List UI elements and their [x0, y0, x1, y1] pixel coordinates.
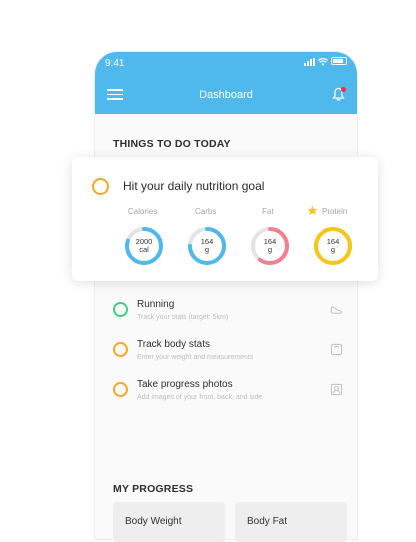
- ring-unit: cal: [139, 245, 149, 254]
- page-title: Dashboard: [199, 89, 253, 101]
- nutrient-label-fat: Fat: [262, 207, 274, 216]
- task-take-progress-photos[interactable]: Take progress photos Add images of your …: [113, 379, 343, 409]
- photo-icon: [330, 383, 343, 396]
- progress-card-body-fat[interactable]: Body Fat: [235, 502, 347, 542]
- task-checkbox[interactable]: [113, 342, 128, 357]
- signal-icon: [304, 58, 315, 66]
- goal-title: Hit your daily nutrition goal: [123, 179, 265, 193]
- ring-unit: g: [204, 245, 210, 254]
- notification-bell-icon[interactable]: [331, 86, 347, 102]
- progress-card-label: Body Fat: [247, 516, 288, 527]
- task-subtitle: Add images of your front, back, and side: [137, 394, 263, 401]
- task-track-body-stats[interactable]: Track body stats Enter your weight and m…: [113, 339, 343, 369]
- status-time: 9:41: [105, 58, 125, 69]
- nutrient-ring-protein: 164 g: [312, 225, 354, 267]
- my-progress-heading: MY PROGRESS: [113, 483, 194, 495]
- nutrient-label-calories: Calories: [128, 207, 158, 216]
- nutrient-label-carbs: Carbs: [195, 207, 217, 216]
- battery-icon: [331, 57, 347, 65]
- shoe-icon: [330, 306, 342, 314]
- task-checkbox[interactable]: [113, 382, 128, 397]
- scale-icon: [330, 343, 343, 356]
- task-running[interactable]: Running Track your stats (target: 5km): [113, 299, 343, 329]
- star-icon: [307, 205, 318, 216]
- nutrient-label-protein: Protein: [322, 207, 348, 216]
- things-to-do-heading: THINGS TO DO TODAY: [113, 138, 231, 150]
- task-title: Take progress photos: [137, 379, 233, 390]
- wifi-icon: [318, 58, 328, 66]
- ring-unit: g: [267, 245, 273, 254]
- task-subtitle: Enter your weight and measurements: [137, 354, 254, 361]
- task-title: Running: [137, 299, 175, 310]
- notification-dot: [340, 86, 347, 93]
- app-header: 9:41 Dashboard: [95, 52, 357, 114]
- nutrient-ring-fat: 164 g: [249, 225, 291, 267]
- nutrient-ring-carbs: 164 g: [186, 225, 228, 267]
- status-bar: 9:41: [95, 57, 357, 72]
- progress-card-label: Body Weight: [125, 516, 182, 527]
- progress-card-body-weight[interactable]: Body Weight: [113, 502, 225, 542]
- phone-frame: 9:41 Dashboard THINGS TO DO TODAY Runnin…: [95, 52, 357, 539]
- task-checkbox[interactable]: [113, 302, 128, 317]
- nutrient-ring-calories: 2000 cal: [123, 225, 165, 267]
- ring-unit: g: [330, 245, 336, 254]
- nutrition-goal-card[interactable]: Hit your daily nutrition goal Calories C…: [72, 157, 378, 281]
- status-icons: [304, 57, 347, 66]
- goal-checkbox[interactable]: [92, 178, 109, 195]
- task-title: Track body stats: [137, 339, 210, 350]
- task-subtitle: Track your stats (target: 5km): [137, 314, 229, 321]
